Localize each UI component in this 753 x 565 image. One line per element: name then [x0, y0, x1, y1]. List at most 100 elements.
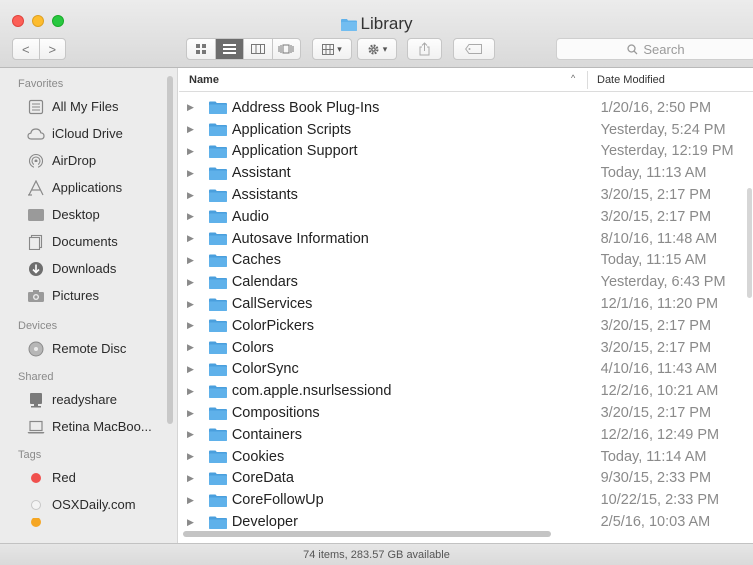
orange-tag-dot-icon — [26, 518, 46, 530]
table-row[interactable]: ▶ Application Support Yesterday, 12:19 PM — [179, 141, 753, 163]
disclosure-triangle-icon[interactable]: ▶ — [187, 451, 197, 462]
sidebar-item-readyshare[interactable]: readyshare — [0, 386, 177, 413]
sidebar-item-label: readyshare — [52, 392, 118, 407]
disclosure-triangle-icon[interactable]: ▶ — [187, 386, 197, 397]
file-name: ColorSync — [231, 361, 299, 378]
sidebar-item-desktop[interactable]: Desktop — [0, 201, 177, 228]
edit-tags-button[interactable] — [453, 38, 495, 60]
column-header-row: Name ^ Date Modified — [179, 68, 753, 92]
cloud-icon — [26, 126, 46, 142]
disclosure-triangle-icon[interactable]: ▶ — [187, 211, 197, 222]
file-name: ColorPickers — [231, 317, 315, 334]
table-row[interactable]: ▶ Compositions 3/20/15, 2:17 PM — [179, 402, 753, 424]
forward-button[interactable]: > — [40, 42, 66, 57]
disclosure-triangle-icon[interactable]: ▶ — [187, 255, 197, 266]
table-row[interactable]: ▶ Developer 2/5/16, 10:03 AM — [179, 511, 753, 533]
date-modified: 8/10/16, 11:48 AM — [600, 230, 718, 247]
sidebar-item-label: Retina MacBoo... — [52, 419, 152, 434]
disclosure-triangle-icon[interactable]: ▶ — [187, 190, 197, 201]
table-row[interactable]: ▶ Colors 3/20/15, 2:17 PM — [179, 337, 753, 359]
table-row[interactable]: ▶ com.apple.nsurlsessiond 12/2/16, 10:21 A… — [179, 380, 753, 402]
sidebar-item-tag-red[interactable]: Red — [0, 464, 177, 491]
column-view-button[interactable] — [244, 39, 273, 59]
disclosure-triangle-icon[interactable]: ▶ — [187, 429, 197, 440]
disclosure-triangle-icon[interactable]: ▶ — [187, 473, 197, 484]
sidebar-item-tag-osxdaily[interactable]: OSXDaily.com — [0, 491, 177, 518]
sidebar-item-airdrop[interactable]: AirDrop — [0, 147, 177, 174]
icon-view-button[interactable] — [187, 39, 216, 59]
table-row[interactable]: ▶ Calendars Yesterday, 6:43 PM — [179, 271, 753, 293]
disclosure-triangle-icon[interactable]: ▶ — [187, 408, 197, 419]
documents-icon — [26, 234, 46, 250]
disclosure-triangle-icon[interactable]: ▶ — [187, 320, 197, 331]
table-row[interactable]: ▶ Cookies Today, 11:14 AM — [179, 446, 753, 468]
sidebar-item-tag-orange-partial[interactable] — [0, 518, 177, 530]
sidebar-item-icloud-drive[interactable]: iCloud Drive — [0, 120, 177, 147]
disclosure-triangle-icon[interactable]: ▶ — [187, 517, 197, 528]
sidebar-item-label: OSXDaily.com — [52, 497, 136, 512]
sidebar-item-all-my-files[interactable]: All My Files — [0, 93, 177, 120]
applications-icon — [26, 179, 46, 196]
disclosure-triangle-icon[interactable]: ▶ — [187, 124, 197, 135]
sidebar-item-applications[interactable]: Applications — [0, 174, 177, 201]
disclosure-triangle-icon[interactable]: ▶ — [187, 364, 197, 375]
cover-flow-view-button[interactable] — [273, 39, 301, 59]
disclosure-triangle-icon[interactable]: ▶ — [187, 495, 197, 506]
laptop-icon — [26, 419, 46, 435]
table-row[interactable]: ▶ Audio 3/20/15, 2:17 PM — [179, 206, 753, 228]
sidebar-item-label: All My Files — [52, 99, 119, 114]
window-title: Library — [0, 14, 753, 36]
sidebar-item-label: Desktop — [52, 207, 100, 222]
back-button[interactable]: < — [13, 42, 39, 57]
column-divider[interactable] — [587, 71, 588, 89]
arrange-button[interactable]: ▾ — [312, 38, 352, 60]
action-button[interactable]: ▾ — [357, 38, 397, 60]
table-row[interactable]: ▶ Address Book Plug-Ins 1/20/16, 2:50 PM — [179, 97, 753, 119]
folder-icon — [208, 385, 227, 398]
disclosure-triangle-icon[interactable]: ▶ — [187, 342, 197, 353]
list-view-button[interactable] — [215, 39, 244, 59]
date-modified: 12/1/16, 11:20 PM — [600, 296, 719, 313]
disclosure-triangle-icon[interactable]: ▶ — [187, 168, 197, 179]
sidebar-item-remote-disc[interactable]: Remote Disc — [0, 335, 177, 362]
disclosure-triangle-icon[interactable]: ▶ — [187, 146, 197, 157]
date-modified: 12/2/16, 12:49 PM — [600, 426, 720, 443]
sidebar-item-downloads[interactable]: Downloads — [0, 255, 177, 282]
table-row[interactable]: ▶ CallServices 12/1/16, 11:20 PM — [179, 293, 753, 315]
file-name: Caches — [231, 252, 281, 269]
table-row[interactable]: ▶ ColorPickers 3/20/15, 2:17 PM — [179, 315, 753, 337]
sidebar-scrollbar[interactable] — [167, 76, 173, 424]
sidebar-item-label: Remote Disc — [52, 341, 127, 356]
search-field[interactable]: Search — [556, 38, 753, 60]
table-row[interactable]: ▶ ColorSync 4/10/16, 11:43 AM — [179, 359, 753, 381]
date-modified: Today, 11:13 AM — [600, 165, 707, 182]
date-modified: 2/5/16, 10:03 AM — [600, 514, 711, 531]
sidebar-header-devices: Devices — [18, 320, 58, 332]
disclosure-triangle-icon[interactable]: ▶ — [187, 233, 197, 244]
sidebar-item-pictures[interactable]: Pictures — [0, 282, 177, 309]
share-button[interactable] — [407, 38, 442, 60]
table-row[interactable]: ▶ Assistants 3/20/15, 2:17 PM — [179, 184, 753, 206]
sidebar-item-retina-macbook[interactable]: Retina MacBoo... — [0, 413, 177, 440]
column-header-name[interactable]: Name — [189, 74, 219, 86]
disclosure-triangle-icon[interactable]: ▶ — [187, 102, 197, 113]
vertical-scrollbar[interactable] — [747, 188, 752, 298]
sidebar-item-documents[interactable]: Documents — [0, 228, 177, 255]
horizontal-scrollbar[interactable] — [183, 531, 551, 537]
table-row[interactable]: ▶ Application Scripts Yesterday, 5:24 PM — [179, 119, 753, 141]
disclosure-triangle-icon[interactable]: ▶ — [187, 277, 197, 288]
column-header-date-modified[interactable]: Date Modified — [597, 74, 665, 86]
tag-icon — [465, 44, 482, 54]
table-row[interactable]: ▶ Assistant Today, 11:13 AM — [179, 162, 753, 184]
disclosure-triangle-icon[interactable]: ▶ — [187, 299, 197, 310]
column-view-icon — [250, 44, 265, 54]
file-name: Developer — [231, 514, 298, 531]
sidebar-item-label: iCloud Drive — [52, 126, 123, 141]
sidebar-item-label: Pictures — [52, 288, 99, 303]
table-row[interactable]: ▶ CoreFollowUp 10/22/15, 2:33 PM — [179, 489, 753, 511]
date-modified: 9/30/15, 2:33 PM — [600, 470, 712, 487]
table-row[interactable]: ▶ Autosave Information 8/10/16, 11:48 AM — [179, 228, 753, 250]
table-row[interactable]: ▶ Caches Today, 11:15 AM — [179, 250, 753, 272]
table-row[interactable]: ▶ CoreData 9/30/15, 2:33 PM — [179, 468, 753, 490]
table-row[interactable]: ▶ Containers 12/2/16, 12:49 PM — [179, 424, 753, 446]
